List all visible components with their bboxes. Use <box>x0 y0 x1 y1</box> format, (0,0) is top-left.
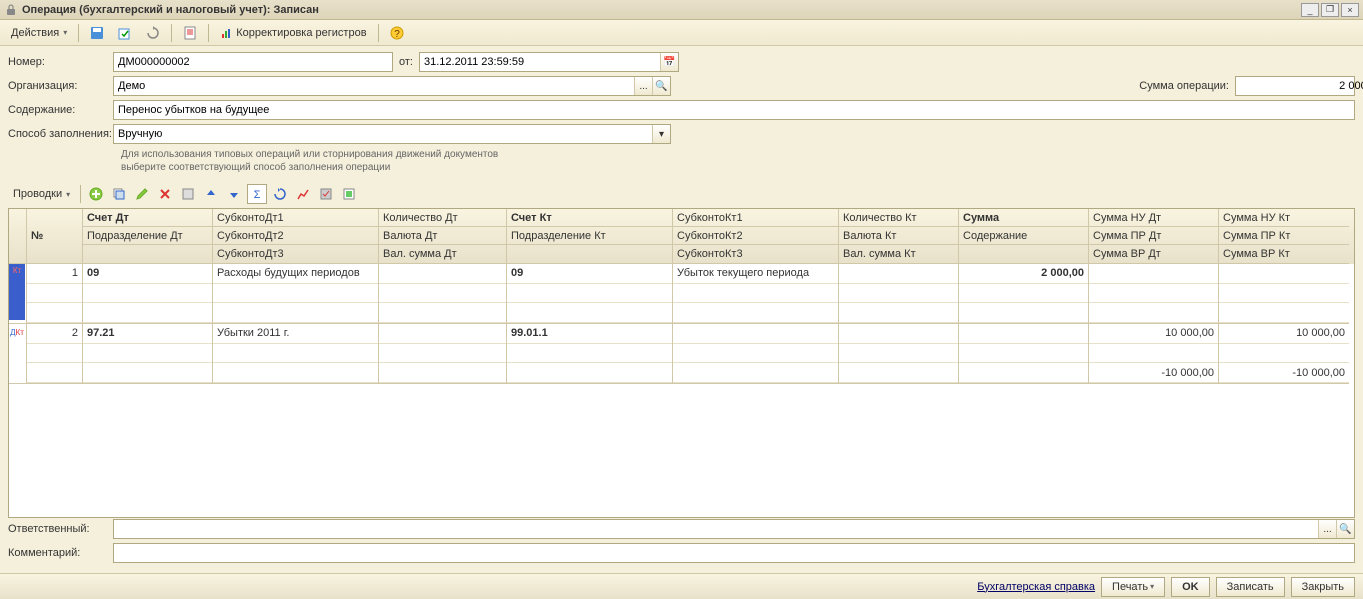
hint-line2: выберите соответствующий способ заполнен… <box>121 161 1355 174</box>
grid-icon[interactable] <box>178 184 198 204</box>
sigma-icon[interactable]: Σ <box>247 184 267 204</box>
lock-icon <box>4 3 18 17</box>
add-icon[interactable] <box>86 184 106 204</box>
footer-form: Ответственный: ... 🔍 Комментарий: <box>0 513 1363 573</box>
export-icon[interactable] <box>339 184 359 204</box>
grid-toolbar: Проводки Σ <box>0 180 1363 208</box>
table-row[interactable]: ДКт 2 97.21 Убытки 2011 г. 99.01.1 10 00… <box>9 324 1354 384</box>
sum-label: Сумма операции: <box>1139 80 1229 92</box>
refresh-icon[interactable] <box>141 23 165 43</box>
down-icon[interactable] <box>224 184 244 204</box>
edit-icon[interactable] <box>132 184 152 204</box>
close-button[interactable]: × <box>1341 3 1359 17</box>
save-button[interactable]: Записать <box>1216 577 1285 597</box>
entries-grid[interactable]: № Счет Дт Подразделение Дт СубконтоДт1 С… <box>8 208 1355 518</box>
ellipsis-icon[interactable]: ... <box>634 77 652 95</box>
main-toolbar: Действия Корректировка регистров ? <box>0 20 1363 46</box>
actions-menu[interactable]: Действия <box>6 23 72 43</box>
from-label: от: <box>399 56 413 68</box>
responsible-label: Ответственный: <box>8 523 113 535</box>
date-input[interactable]: 📅 <box>419 52 679 72</box>
chart-icon[interactable] <box>293 184 313 204</box>
save-icon[interactable] <box>85 23 109 43</box>
reference-link[interactable]: Бухгалтерская справка <box>977 581 1095 593</box>
check-icon[interactable] <box>316 184 336 204</box>
svg-text:?: ? <box>394 29 400 40</box>
correction-button[interactable]: Корректировка регистров <box>215 23 371 43</box>
content-label: Содержание: <box>8 104 113 116</box>
content-input[interactable] <box>113 100 1355 120</box>
post-icon[interactable] <box>113 23 137 43</box>
help-icon[interactable]: ? <box>385 23 409 43</box>
footer-bar: Бухгалтерская справка Печать OK Записать… <box>0 573 1363 599</box>
org-label: Организация: <box>8 80 113 92</box>
method-select[interactable]: ▾ <box>113 124 671 144</box>
window-controls: _ ❐ × <box>1301 3 1359 17</box>
copy-icon[interactable] <box>109 184 129 204</box>
window-title: Операция (бухгалтерский и налоговый учет… <box>22 4 1301 16</box>
comment-input[interactable] <box>113 543 1355 563</box>
svg-text:Σ: Σ <box>254 189 261 201</box>
entries-tab[interactable]: Проводки <box>8 184 75 204</box>
row-marker-icon: ДКт <box>9 324 25 340</box>
close-button[interactable]: Закрыть <box>1291 577 1355 597</box>
lookup-icon[interactable]: 🔍 <box>652 77 670 95</box>
responsible-input[interactable]: ... 🔍 <box>113 519 1355 539</box>
calendar-icon[interactable]: 📅 <box>660 53 678 71</box>
dropdown-icon[interactable]: ▾ <box>652 125 670 143</box>
table-row[interactable]: Кт 1 09 Расходы будущих периодов 09 Убыт… <box>9 264 1354 324</box>
sum-input[interactable]: ▦ <box>1235 76 1355 96</box>
delete-icon[interactable] <box>155 184 175 204</box>
grid-header: № Счет Дт Подразделение Дт СубконтоДт1 С… <box>9 209 1354 264</box>
org-input[interactable]: ... 🔍 <box>113 76 671 96</box>
up-icon[interactable] <box>201 184 221 204</box>
minimize-button[interactable]: _ <box>1301 3 1319 17</box>
comment-label: Комментарий: <box>8 547 113 559</box>
form-area: Номер: от: 📅 Организация: ... 🔍 Сумма оп… <box>0 46 1363 180</box>
maximize-button[interactable]: ❐ <box>1321 3 1339 17</box>
number-input[interactable] <box>113 52 393 72</box>
lookup-icon[interactable]: 🔍 <box>1336 520 1354 538</box>
grid-body[interactable]: Кт 1 09 Расходы будущих периодов 09 Убыт… <box>9 264 1354 384</box>
report-icon[interactable] <box>178 23 202 43</box>
ellipsis-icon[interactable]: ... <box>1318 520 1336 538</box>
titlebar: Операция (бухгалтерский и налоговый учет… <box>0 0 1363 20</box>
print-button[interactable]: Печать <box>1101 577 1165 597</box>
reload-icon[interactable] <box>270 184 290 204</box>
hint-line1: Для использования типовых операций или с… <box>121 148 1355 161</box>
row-marker-icon: Кт <box>9 264 25 320</box>
method-label: Способ заполнения: <box>8 128 113 140</box>
number-label: Номер: <box>8 56 113 68</box>
ok-button[interactable]: OK <box>1171 577 1210 597</box>
